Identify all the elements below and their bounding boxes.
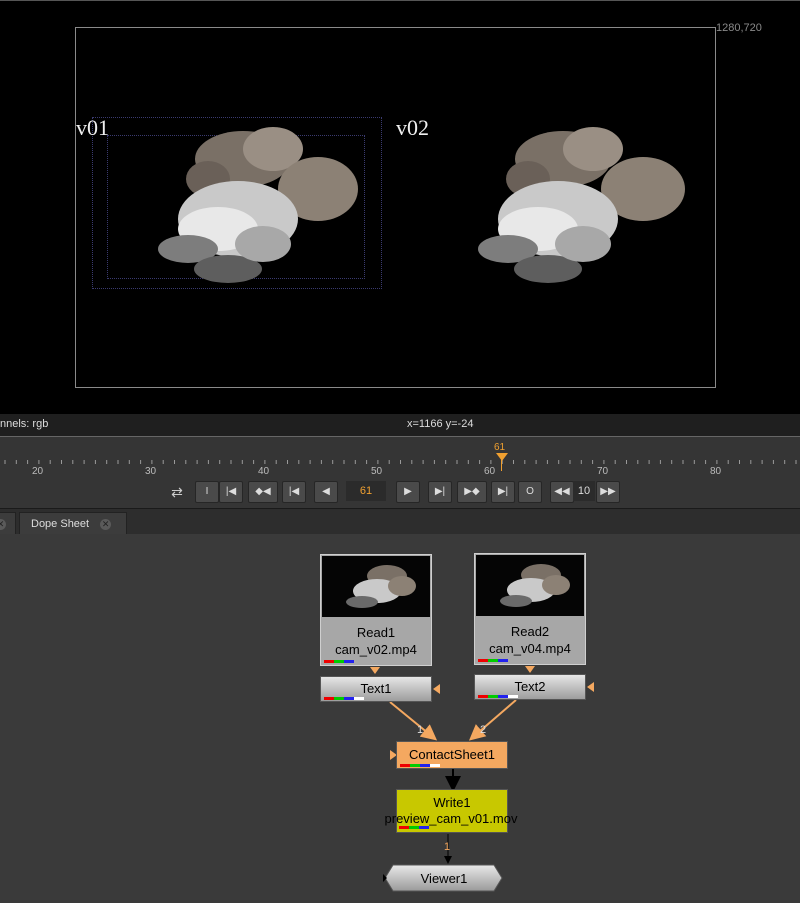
smoke-image-right [478, 127, 685, 283]
node-filename: preview_cam_v01.mov [384, 811, 518, 826]
play-backward-icon: ◀ [322, 486, 330, 497]
read2-thumbnail [476, 555, 584, 616]
timeline-ticks [4, 460, 797, 464]
tab-label: Dope Sheet [31, 518, 90, 530]
tick-label: 60 [484, 466, 496, 477]
tick-label: 20 [32, 466, 44, 477]
text1-node[interactable]: Text1 [320, 676, 432, 702]
current-frame-label: 61 [494, 442, 506, 453]
output-arrow-icon [370, 667, 380, 674]
contactsheet1-node[interactable]: ContactSheet1 [396, 741, 508, 769]
version-label-left: v01 [76, 115, 109, 140]
node-filename: cam_v02.mp4 [335, 642, 417, 657]
node-label: Read2 [510, 624, 550, 639]
smoke-image-left [158, 127, 358, 283]
output-arrow-icon [525, 666, 535, 673]
play-forward-button[interactable]: ▶ [396, 481, 420, 503]
input-number: 1 [417, 724, 424, 736]
step-back-button[interactable]: |◀ [282, 481, 306, 503]
prev-keyframe-icon: ◆◀ [255, 486, 271, 497]
skip-back-icon: ◀◀ [554, 486, 570, 497]
skip-back-button[interactable]: ◀◀ [550, 481, 574, 503]
set-in-button[interactable]: I [195, 481, 219, 503]
prev-keyframe-button[interactable]: ◆◀ [248, 481, 278, 503]
transport-controls: ⇄ I |◀ ◆◀ |◀ ◀ 61 ▶ ▶| ▶◆ ▶| O ◀◀ 10 ▶▶ [0, 478, 800, 508]
mask-input-icon [433, 684, 440, 694]
playhead-line [501, 459, 502, 471]
node-filename: cam_v04.mp4 [489, 641, 571, 656]
tab-partial[interactable]: ✕ [0, 512, 16, 535]
read2-node[interactable]: Read2 cam_v04.mp4 [474, 553, 586, 665]
viewer-info-bar: nnels: rgb x=1166 y=-24 [0, 414, 800, 436]
input-number: 2 [480, 724, 487, 736]
node-label: Viewer1 [420, 871, 468, 886]
version-label-right: v02 [396, 115, 429, 140]
step-back-icon: |◀ [288, 486, 300, 497]
next-keyframe-icon: ▶◆ [464, 486, 480, 497]
cursor-coordinates: x=1166 y=-24 [407, 418, 474, 430]
tick-label: 30 [145, 466, 157, 477]
node-label: Text1 [360, 681, 392, 696]
next-keyframe-button[interactable]: ▶◆ [457, 481, 487, 503]
tick-label: 50 [371, 466, 383, 477]
read1-thumbnail [322, 556, 430, 617]
tick-label: 70 [597, 466, 609, 477]
tab-dope-sheet[interactable]: Dope Sheet ✕ [19, 512, 127, 534]
close-icon[interactable]: ✕ [100, 518, 112, 530]
first-frame-icon: |◀ [225, 486, 237, 497]
format-label: 1280,720 [716, 22, 762, 34]
mask-input-icon [587, 682, 594, 692]
skip-forward-icon: ▶▶ [600, 486, 616, 497]
step-forward-button[interactable]: ▶| [428, 481, 452, 503]
viewer-panel[interactable]: 1280,720 v01 v02 [0, 0, 800, 415]
set-out-button[interactable]: O [518, 481, 542, 503]
tick-label: 40 [258, 466, 270, 477]
play-forward-icon: ▶ [404, 486, 412, 497]
input-number: 1 [444, 841, 451, 853]
text2-node[interactable]: Text2 [474, 674, 586, 700]
step-forward-icon: ▶| [434, 486, 446, 497]
playhead-marker[interactable] [496, 453, 508, 461]
last-frame-icon: ▶| [497, 486, 509, 497]
tick-label: 80 [710, 466, 722, 477]
read1-node[interactable]: Read1 cam_v02.mp4 [320, 554, 432, 666]
last-frame-button[interactable]: ▶| [491, 481, 515, 503]
node-label: Text2 [514, 679, 546, 694]
node-graph[interactable]: Read1 cam_v02.mp4 Read2 cam_v04.mp4 Text… [0, 534, 800, 903]
skip-forward-button[interactable]: ▶▶ [596, 481, 620, 503]
panel-tab-bar: ✕ Dope Sheet ✕ [0, 508, 800, 535]
loop-icon[interactable]: ⇄ [166, 482, 188, 502]
timeline-ruler[interactable]: 20 30 40 50 60 70 80 61 [0, 436, 800, 479]
frame-number-field[interactable]: 61 [346, 481, 386, 501]
channels-readout: nnels: rgb [0, 418, 49, 430]
frame-increment-field[interactable]: 10 [573, 481, 595, 501]
node-label: ContactSheet1 [408, 747, 495, 762]
node-label: Read1 [356, 625, 396, 640]
play-backward-button[interactable]: ◀ [314, 481, 338, 503]
node-label: Write1 [433, 795, 471, 810]
close-icon[interactable]: ✕ [0, 518, 6, 530]
first-frame-button[interactable]: |◀ [219, 481, 243, 503]
